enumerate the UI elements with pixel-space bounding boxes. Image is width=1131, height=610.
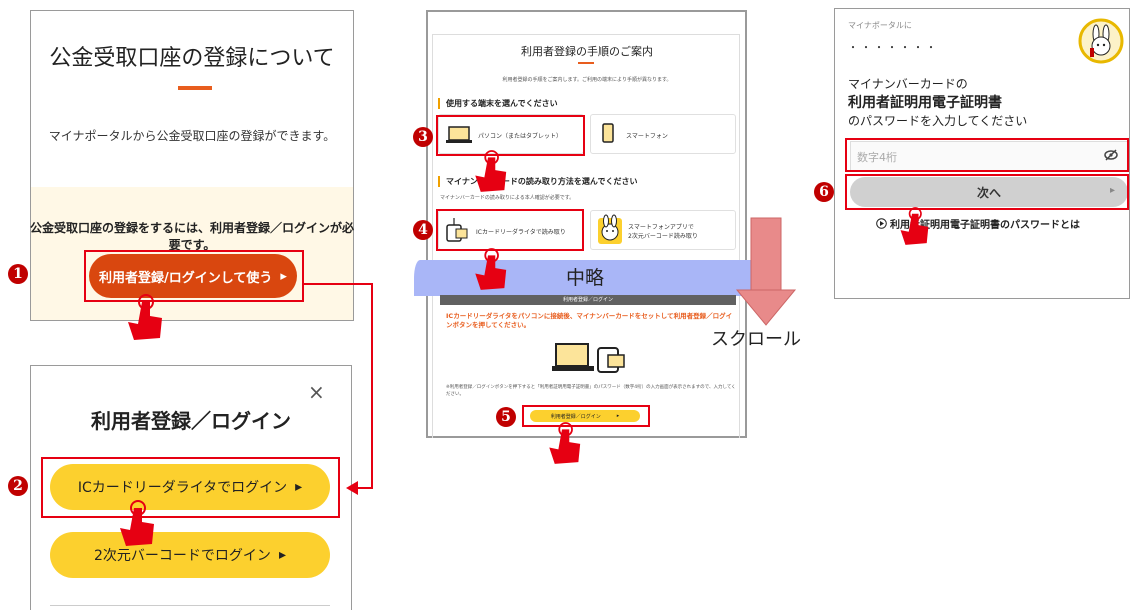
step-marker-1: 1 (8, 264, 28, 284)
omitted-label: 中略 (566, 267, 605, 289)
pc-and-reader-icon (552, 343, 625, 373)
password-prompt-line-3: のパスワードを入力してください (848, 114, 1028, 128)
login-required-text: 公金受取口座の登録をするには、利用者登録／ログインが必要です。 (30, 221, 355, 252)
device-phone-label: スマートフォン (626, 133, 668, 140)
login-section-bar: 利用者登録／ログイン (440, 295, 736, 305)
title-underline (178, 86, 212, 90)
hand-pointer-icon (128, 294, 162, 340)
hand-pointer-icon (549, 422, 581, 464)
scroll-label: スクロール (711, 329, 801, 350)
qr-code-login-label: 2次元バーコードでログイン (94, 548, 271, 564)
password-prompt-line-1: マイナンバーカードの (848, 77, 968, 91)
highlight-register-login-button (84, 250, 304, 302)
mascot-phone-icon (598, 214, 622, 244)
qr-code-login-button[interactable]: 2次元バーコードでログイン ▸ (50, 532, 330, 578)
guide-intro: 利用者登録の手順をご案内します。ご利用の端末により手順が異なります。 (502, 77, 672, 83)
scroll-down-arrow (735, 217, 797, 326)
highlight-device-pc (436, 115, 585, 156)
step-marker-2: 2 (8, 476, 28, 496)
step-marker-4: 4 (413, 220, 433, 240)
connector-arrow (304, 283, 373, 495)
step-marker-5: 5 (496, 407, 516, 427)
highlight-ic-card-login-button (41, 457, 340, 518)
account-registration-description: マイナポータルから公金受取口座の登録ができます。 (48, 129, 336, 143)
hand-pointer-icon (900, 207, 929, 245)
portal-masked-text: ・・・・・・・ (848, 43, 939, 54)
highlight-password-input (845, 138, 1129, 172)
password-prompt-line-2: 利用者証明用電子証明書 (848, 95, 1002, 111)
step-marker-6: 6 (814, 182, 834, 202)
dialog-divider (50, 605, 330, 606)
hand-pointer-icon (475, 150, 507, 192)
reader-instruction: ICカードリーダライタをパソコンに接続後、マイナンバーカードをセットして利用者登… (446, 312, 733, 329)
play-circle-icon (876, 218, 887, 229)
password-note: ※利用者登録／ログインボタンを押下すると「利用者証明用電子証明書」のパスワード（… (446, 385, 736, 397)
hand-pointer-icon (475, 248, 507, 290)
device-heading: 使用する端末を選んでください (438, 98, 558, 109)
mascot-icon (1078, 18, 1124, 64)
reader-subtext: マイナンバーカードの読み取りによる本人確認が必要です。 (440, 195, 575, 201)
account-registration-title: 公金受取口座の登録について (49, 46, 335, 71)
portal-header-text: マイナポータルに (848, 21, 912, 30)
smartphone-icon (602, 123, 614, 143)
chevron-right-icon: ▸ (278, 547, 286, 563)
guide-title-underline (578, 62, 594, 64)
highlight-reader-ic (436, 209, 584, 251)
guide-title: 利用者登録の手順のご案内 (521, 45, 653, 58)
reader-app-label-2: 2次元バーコード読み取り (628, 233, 698, 240)
step-marker-3: 3 (413, 127, 433, 147)
highlight-next-button (845, 174, 1129, 210)
reader-app-label-1: スマートフォンアプリで (628, 224, 694, 231)
hand-pointer-icon (120, 500, 154, 546)
